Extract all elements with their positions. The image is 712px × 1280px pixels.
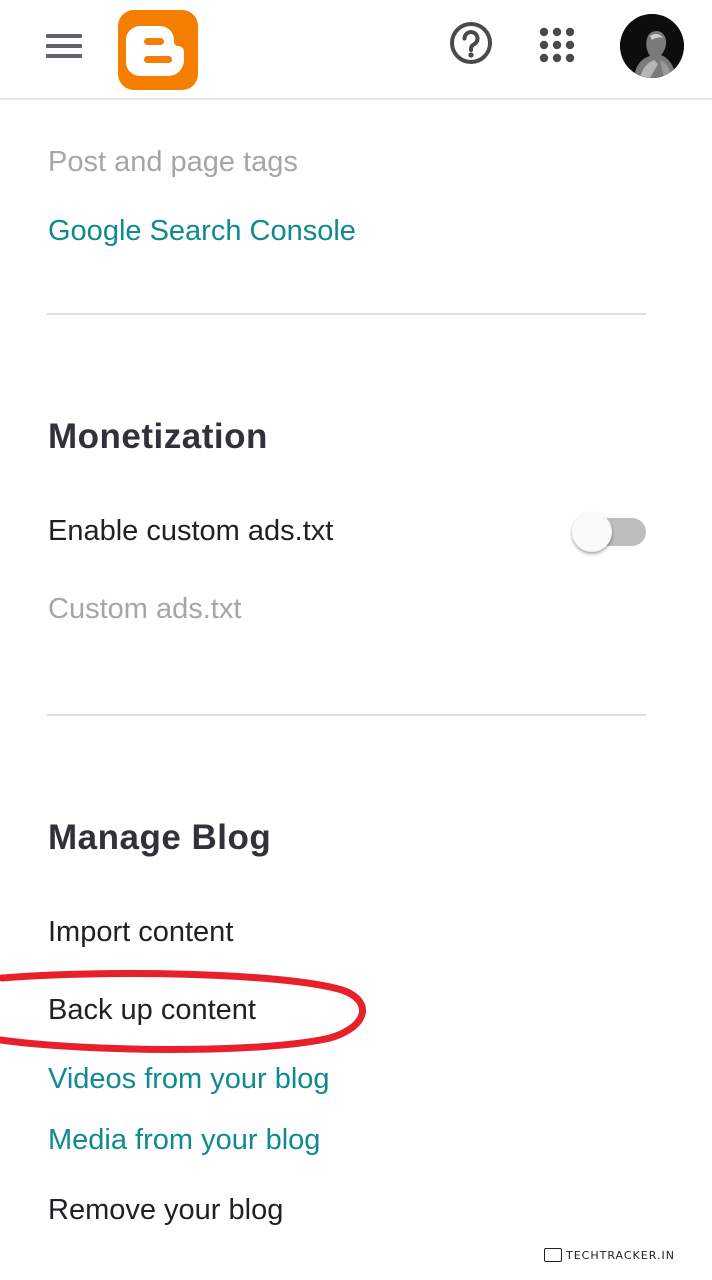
hamburger-menu-icon[interactable] bbox=[36, 22, 92, 70]
media-from-your-blog-link[interactable]: Media from your blog bbox=[48, 1122, 320, 1158]
user-avatar[interactable] bbox=[620, 14, 684, 78]
enable-custom-ads-txt-label: Enable custom ads.txt bbox=[48, 515, 334, 547]
section-divider bbox=[47, 313, 646, 315]
import-content-item[interactable]: Import content bbox=[48, 914, 233, 950]
custom-ads-txt-item: Custom ads.txt bbox=[48, 593, 242, 625]
top-app-bar bbox=[0, 0, 712, 100]
monetization-heading: Monetization bbox=[48, 417, 268, 456]
watermark-logo-icon bbox=[544, 1248, 562, 1262]
help-circle-icon[interactable] bbox=[448, 20, 494, 66]
remove-your-blog-item[interactable]: Remove your blog bbox=[48, 1192, 283, 1228]
google-search-console-link[interactable]: Google Search Console bbox=[48, 213, 356, 249]
blogger-settings-page: Post and page tags Google Search Console… bbox=[0, 0, 712, 1280]
watermark-text: TECHTRACKER.IN bbox=[566, 1248, 675, 1262]
watermark: TECHTRACKER.IN bbox=[544, 1246, 675, 1264]
toggle-thumb bbox=[572, 512, 612, 552]
back-up-content-item[interactable]: Back up content bbox=[48, 992, 256, 1028]
section-divider bbox=[47, 714, 646, 716]
manage-blog-heading: Manage Blog bbox=[48, 818, 272, 857]
post-and-page-tags-item: Post and page tags bbox=[48, 146, 298, 178]
enable-custom-ads-txt-toggle[interactable] bbox=[570, 510, 648, 554]
blogger-logo-icon[interactable] bbox=[118, 10, 198, 90]
google-apps-grid-icon[interactable] bbox=[536, 24, 578, 66]
videos-from-your-blog-link[interactable]: Videos from your blog bbox=[48, 1061, 330, 1097]
